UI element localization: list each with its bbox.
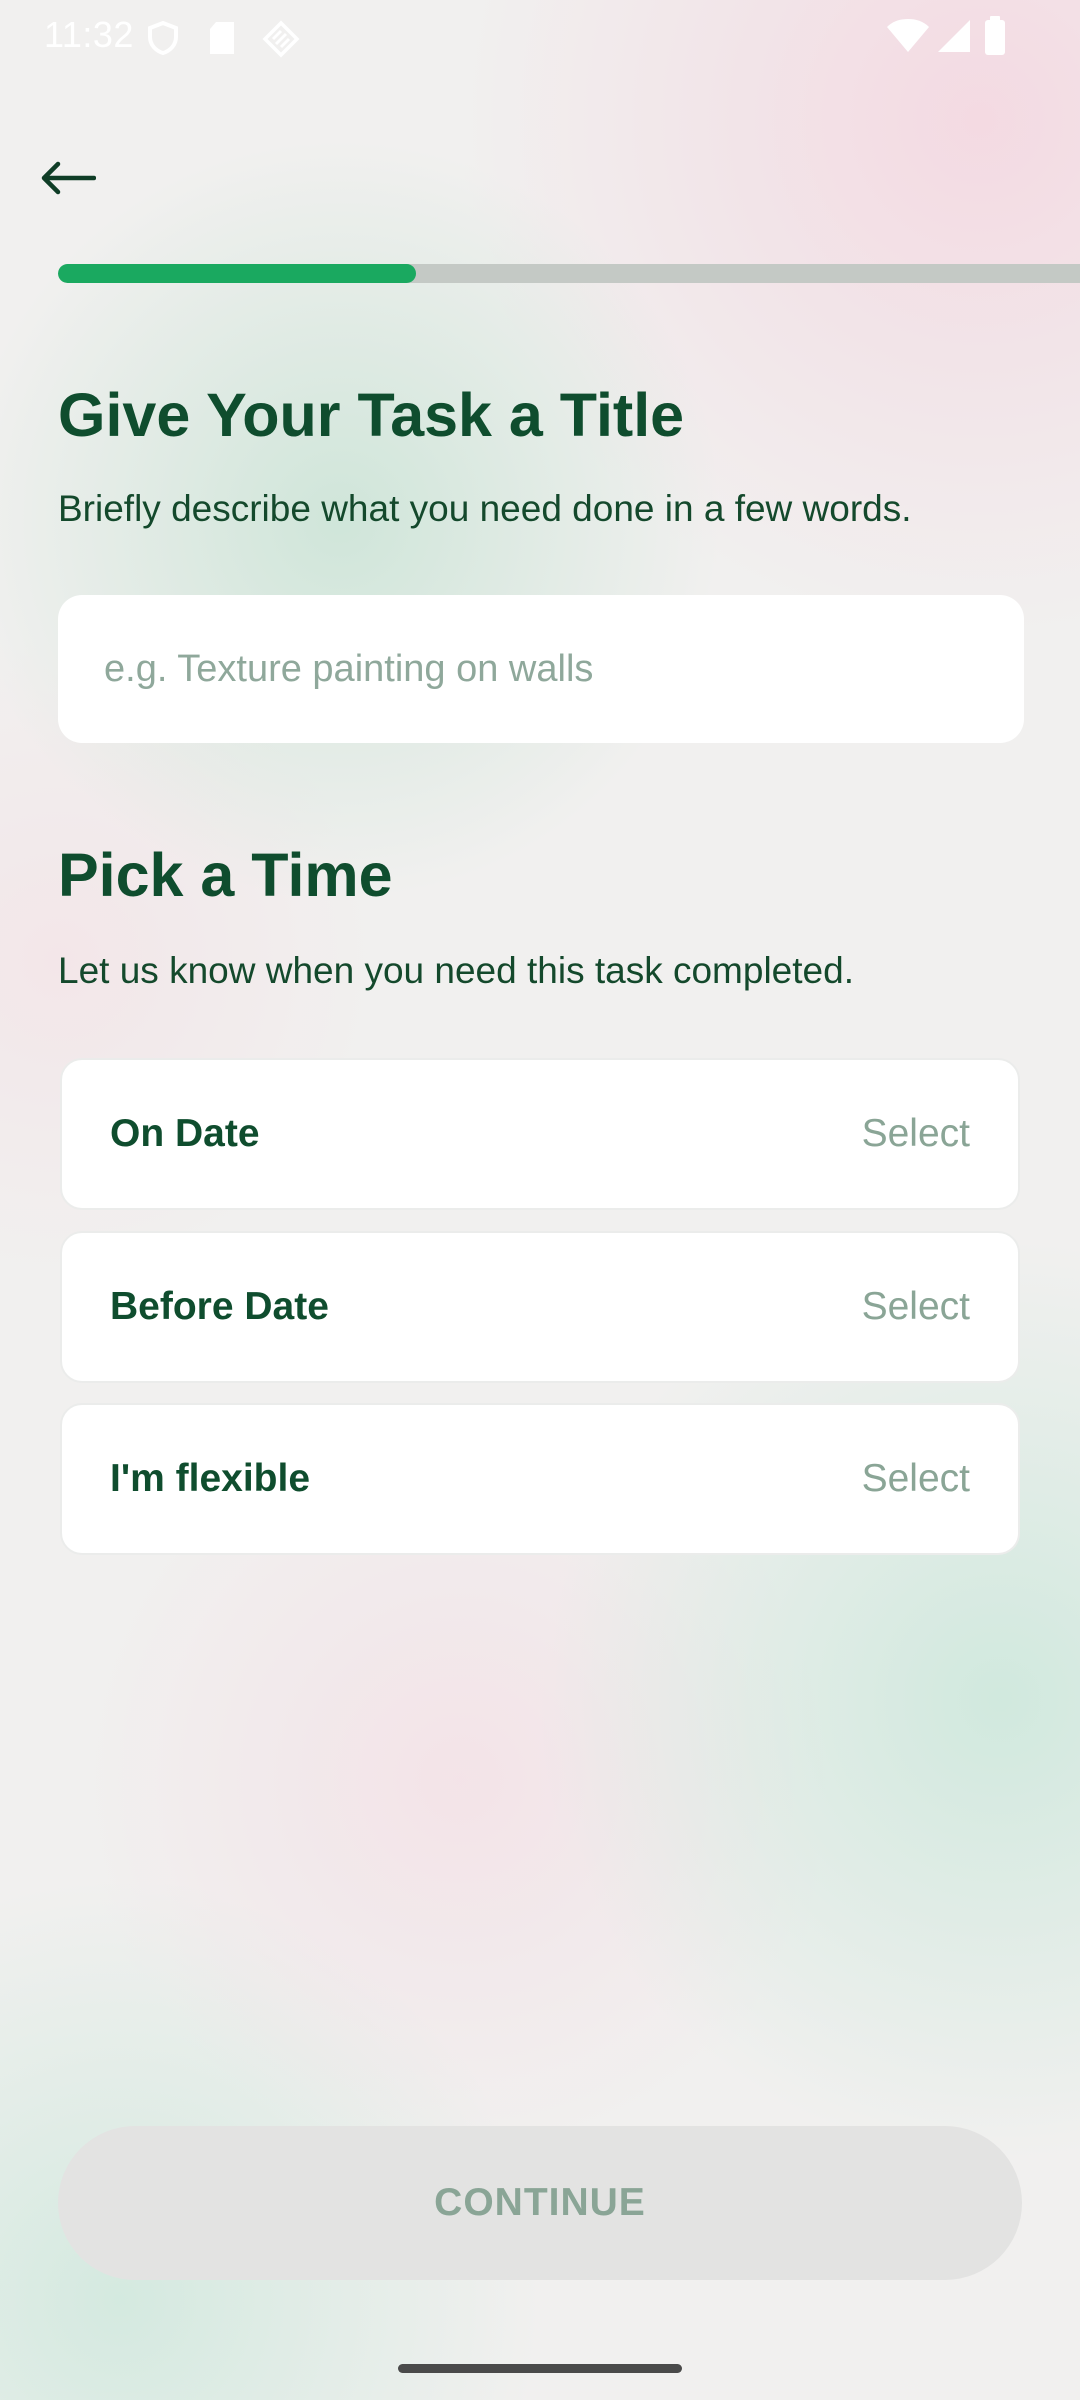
option-select[interactable]: Select (862, 1285, 970, 1329)
progress-fill (58, 264, 416, 283)
diamond-grid-icon (262, 20, 300, 63)
task-title-input[interactable] (58, 595, 1024, 743)
progress-bar (58, 264, 1080, 283)
back-button[interactable] (40, 140, 140, 220)
option-flexible[interactable]: I'm flexible Select (60, 1403, 1020, 1555)
battery-icon (984, 16, 1006, 61)
pick-time-description: Let us know when you need this task comp… (58, 950, 854, 991)
continue-button[interactable]: CONTINUE (58, 2126, 1022, 2280)
arrow-left-icon (40, 161, 97, 200)
option-on-date[interactable]: On Date Select (60, 1058, 1020, 1210)
task-title-heading: Give Your Task a Title (58, 381, 685, 449)
signal-icon (936, 18, 972, 59)
shield-icon (146, 20, 180, 61)
sd-card-icon (208, 20, 236, 61)
option-before-date[interactable]: Before Date Select (60, 1231, 1020, 1383)
option-select[interactable]: Select (862, 1112, 970, 1156)
status-time: 11:32 (44, 14, 134, 55)
pick-time-heading: Pick a Time (58, 841, 393, 909)
option-label: Before Date (110, 1285, 329, 1328)
wifi-icon (886, 18, 930, 59)
home-indicator (398, 2364, 682, 2373)
task-title-description: Briefly describe what you need done in a… (58, 488, 912, 529)
option-select[interactable]: Select (862, 1457, 970, 1501)
option-label: I'm flexible (110, 1457, 311, 1500)
status-bar: 11:32 (0, 0, 1080, 72)
option-label: On Date (110, 1112, 260, 1155)
